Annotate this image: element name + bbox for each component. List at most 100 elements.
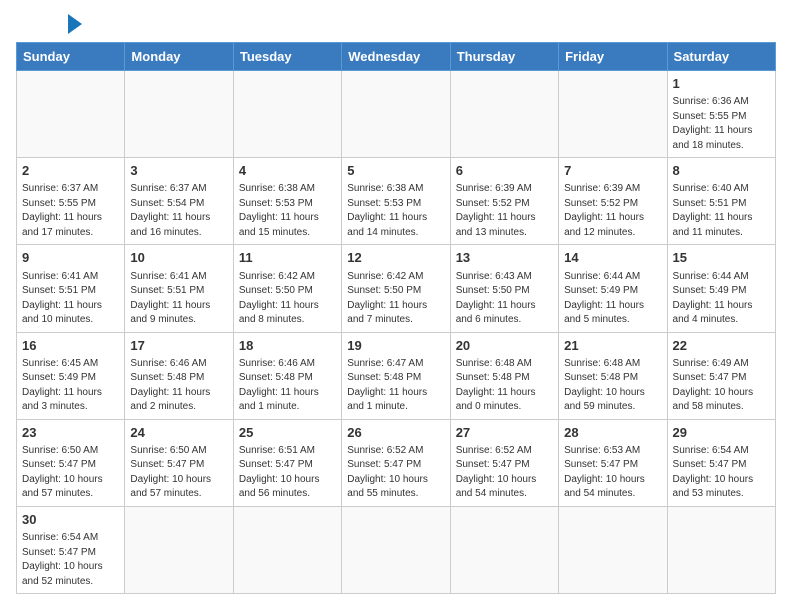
calendar-cell: 27 Sunrise: 6:52 AM Sunset: 5:47 PM Dayli… [450, 419, 558, 506]
calendar-cell [125, 506, 233, 593]
column-header-sunday: Sunday [17, 43, 125, 71]
calendar-cell: 11Sunrise: 6:42 AM Sunset: 5:50 PM Dayli… [233, 245, 341, 332]
day-number: 28 [564, 424, 661, 442]
day-number: 17 [130, 337, 227, 355]
column-header-monday: Monday [125, 43, 233, 71]
day-number: 21 [564, 337, 661, 355]
calendar-cell: 5 Sunrise: 6:38 AM Sunset: 5:53 PM Daylig… [342, 158, 450, 245]
day-info: Sunrise: 6:52 AM Sunset: 5:47 PM Dayligh… [347, 444, 444, 502]
day-info: Sunrise: 6:46 AM Sunset: 5:48 PM Dayligh… [239, 357, 336, 415]
day-info: Sunrise: 6:53 AM Sunset: 5:47 PM Dayligh… [564, 444, 661, 502]
calendar-cell [233, 71, 341, 158]
day-info: Sunrise: 6:46 AM Sunset: 5:48 PM Dayligh… [130, 357, 227, 415]
day-number: 5 [347, 162, 444, 180]
header [16, 16, 776, 34]
column-header-thursday: Thursday [450, 43, 558, 71]
calendar-cell: 26 Sunrise: 6:52 AM Sunset: 5:47 PM Dayli… [342, 419, 450, 506]
calendar-week-4: 23Sunrise: 6:50 AM Sunset: 5:47 PM Dayli… [17, 419, 776, 506]
calendar-cell: 20 Sunrise: 6:48 AM Sunset: 5:48 PM Dayli… [450, 332, 558, 419]
calendar-cell [342, 71, 450, 158]
day-info: Sunrise: 6:50 AM Sunset: 5:47 PM Dayligh… [130, 444, 227, 502]
calendar-cell: 16Sunrise: 6:45 AM Sunset: 5:49 PM Dayli… [17, 332, 125, 419]
day-info: Sunrise: 6:38 AM Sunset: 5:53 PM Dayligh… [347, 182, 444, 240]
day-info: Sunrise: 6:39 AM Sunset: 5:52 PM Dayligh… [456, 182, 553, 240]
calendar-week-1: 2Sunrise: 6:37 AM Sunset: 5:55 PM Daylig… [17, 158, 776, 245]
day-number: 15 [673, 249, 770, 267]
day-info: Sunrise: 6:47 AM Sunset: 5:48 PM Dayligh… [347, 357, 444, 415]
day-number: 19 [347, 337, 444, 355]
calendar-table: SundayMondayTuesdayWednesdayThursdayFrid… [16, 42, 776, 594]
day-number: 25 [239, 424, 336, 442]
calendar-cell: 12Sunrise: 6:42 AM Sunset: 5:50 PM Dayli… [342, 245, 450, 332]
day-info: Sunrise: 6:38 AM Sunset: 5:53 PM Dayligh… [239, 182, 336, 240]
day-number: 12 [347, 249, 444, 267]
day-info: Sunrise: 6:51 AM Sunset: 5:47 PM Dayligh… [239, 444, 336, 502]
day-info: Sunrise: 6:45 AM Sunset: 5:49 PM Dayligh… [22, 357, 119, 415]
day-info: Sunrise: 6:54 AM Sunset: 5:47 PM Dayligh… [673, 444, 770, 502]
calendar-week-3: 16Sunrise: 6:45 AM Sunset: 5:49 PM Dayli… [17, 332, 776, 419]
day-number: 2 [22, 162, 119, 180]
calendar-cell: 4 Sunrise: 6:38 AM Sunset: 5:53 PM Daylig… [233, 158, 341, 245]
day-number: 7 [564, 162, 661, 180]
calendar-week-2: 9Sunrise: 6:41 AM Sunset: 5:51 PM Daylig… [17, 245, 776, 332]
day-number: 13 [456, 249, 553, 267]
calendar-cell: 29Sunrise: 6:54 AM Sunset: 5:47 PM Dayli… [667, 419, 775, 506]
calendar-cell [125, 71, 233, 158]
day-number: 4 [239, 162, 336, 180]
calendar-cell: 6 Sunrise: 6:39 AM Sunset: 5:52 PM Daylig… [450, 158, 558, 245]
day-info: Sunrise: 6:54 AM Sunset: 5:47 PM Dayligh… [22, 531, 119, 589]
day-number: 27 [456, 424, 553, 442]
day-info: Sunrise: 6:44 AM Sunset: 5:49 PM Dayligh… [673, 270, 770, 328]
calendar-cell: 14Sunrise: 6:44 AM Sunset: 5:49 PM Dayli… [559, 245, 667, 332]
calendar-cell: 2Sunrise: 6:37 AM Sunset: 5:55 PM Daylig… [17, 158, 125, 245]
calendar-cell [17, 71, 125, 158]
day-info: Sunrise: 6:44 AM Sunset: 5:49 PM Dayligh… [564, 270, 661, 328]
column-header-friday: Friday [559, 43, 667, 71]
day-number: 8 [673, 162, 770, 180]
logo-area [16, 16, 82, 34]
day-number: 30 [22, 511, 119, 529]
day-number: 10 [130, 249, 227, 267]
column-header-saturday: Saturday [667, 43, 775, 71]
day-info: Sunrise: 6:48 AM Sunset: 5:48 PM Dayligh… [564, 357, 661, 415]
calendar-week-5: 30 Sunrise: 6:54 AM Sunset: 5:47 PM Dayli… [17, 506, 776, 593]
calendar-cell: 23Sunrise: 6:50 AM Sunset: 5:47 PM Dayli… [17, 419, 125, 506]
calendar-cell [342, 506, 450, 593]
day-info: Sunrise: 6:37 AM Sunset: 5:54 PM Dayligh… [130, 182, 227, 240]
day-number: 3 [130, 162, 227, 180]
calendar-cell: 9Sunrise: 6:41 AM Sunset: 5:51 PM Daylig… [17, 245, 125, 332]
day-number: 1 [673, 75, 770, 93]
calendar-week-0: 1 Sunrise: 6:36 AM Sunset: 5:55 PM Daylig… [17, 71, 776, 158]
calendar-body: 1 Sunrise: 6:36 AM Sunset: 5:55 PM Daylig… [17, 71, 776, 594]
calendar-cell: 15 Sunrise: 6:44 AM Sunset: 5:49 PM Dayli… [667, 245, 775, 332]
calendar-cell: 22Sunrise: 6:49 AM Sunset: 5:47 PM Dayli… [667, 332, 775, 419]
calendar-cell: 19 Sunrise: 6:47 AM Sunset: 5:48 PM Dayli… [342, 332, 450, 419]
day-info: Sunrise: 6:50 AM Sunset: 5:47 PM Dayligh… [22, 444, 119, 502]
calendar-cell [559, 71, 667, 158]
calendar-cell: 18 Sunrise: 6:46 AM Sunset: 5:48 PM Dayli… [233, 332, 341, 419]
day-info: Sunrise: 6:36 AM Sunset: 5:55 PM Dayligh… [673, 95, 770, 153]
day-number: 24 [130, 424, 227, 442]
calendar-cell: 7 Sunrise: 6:39 AM Sunset: 5:52 PM Daylig… [559, 158, 667, 245]
column-header-tuesday: Tuesday [233, 43, 341, 71]
day-number: 20 [456, 337, 553, 355]
day-number: 26 [347, 424, 444, 442]
calendar-cell: 28 Sunrise: 6:53 AM Sunset: 5:47 PM Dayli… [559, 419, 667, 506]
day-number: 11 [239, 249, 336, 267]
calendar-cell [559, 506, 667, 593]
day-info: Sunrise: 6:41 AM Sunset: 5:51 PM Dayligh… [22, 270, 119, 328]
day-info: Sunrise: 6:40 AM Sunset: 5:51 PM Dayligh… [673, 182, 770, 240]
day-info: Sunrise: 6:39 AM Sunset: 5:52 PM Dayligh… [564, 182, 661, 240]
calendar-cell: 21 Sunrise: 6:48 AM Sunset: 5:48 PM Dayli… [559, 332, 667, 419]
day-info: Sunrise: 6:43 AM Sunset: 5:50 PM Dayligh… [456, 270, 553, 328]
day-number: 18 [239, 337, 336, 355]
day-info: Sunrise: 6:41 AM Sunset: 5:51 PM Dayligh… [130, 270, 227, 328]
calendar-cell: 24 Sunrise: 6:50 AM Sunset: 5:47 PM Dayli… [125, 419, 233, 506]
calendar-cell: 13 Sunrise: 6:43 AM Sunset: 5:50 PM Dayli… [450, 245, 558, 332]
column-header-wednesday: Wednesday [342, 43, 450, 71]
calendar-cell: 8 Sunrise: 6:40 AM Sunset: 5:51 PM Daylig… [667, 158, 775, 245]
day-info: Sunrise: 6:48 AM Sunset: 5:48 PM Dayligh… [456, 357, 553, 415]
logo-triangle [68, 14, 82, 34]
day-number: 6 [456, 162, 553, 180]
day-info: Sunrise: 6:52 AM Sunset: 5:47 PM Dayligh… [456, 444, 553, 502]
